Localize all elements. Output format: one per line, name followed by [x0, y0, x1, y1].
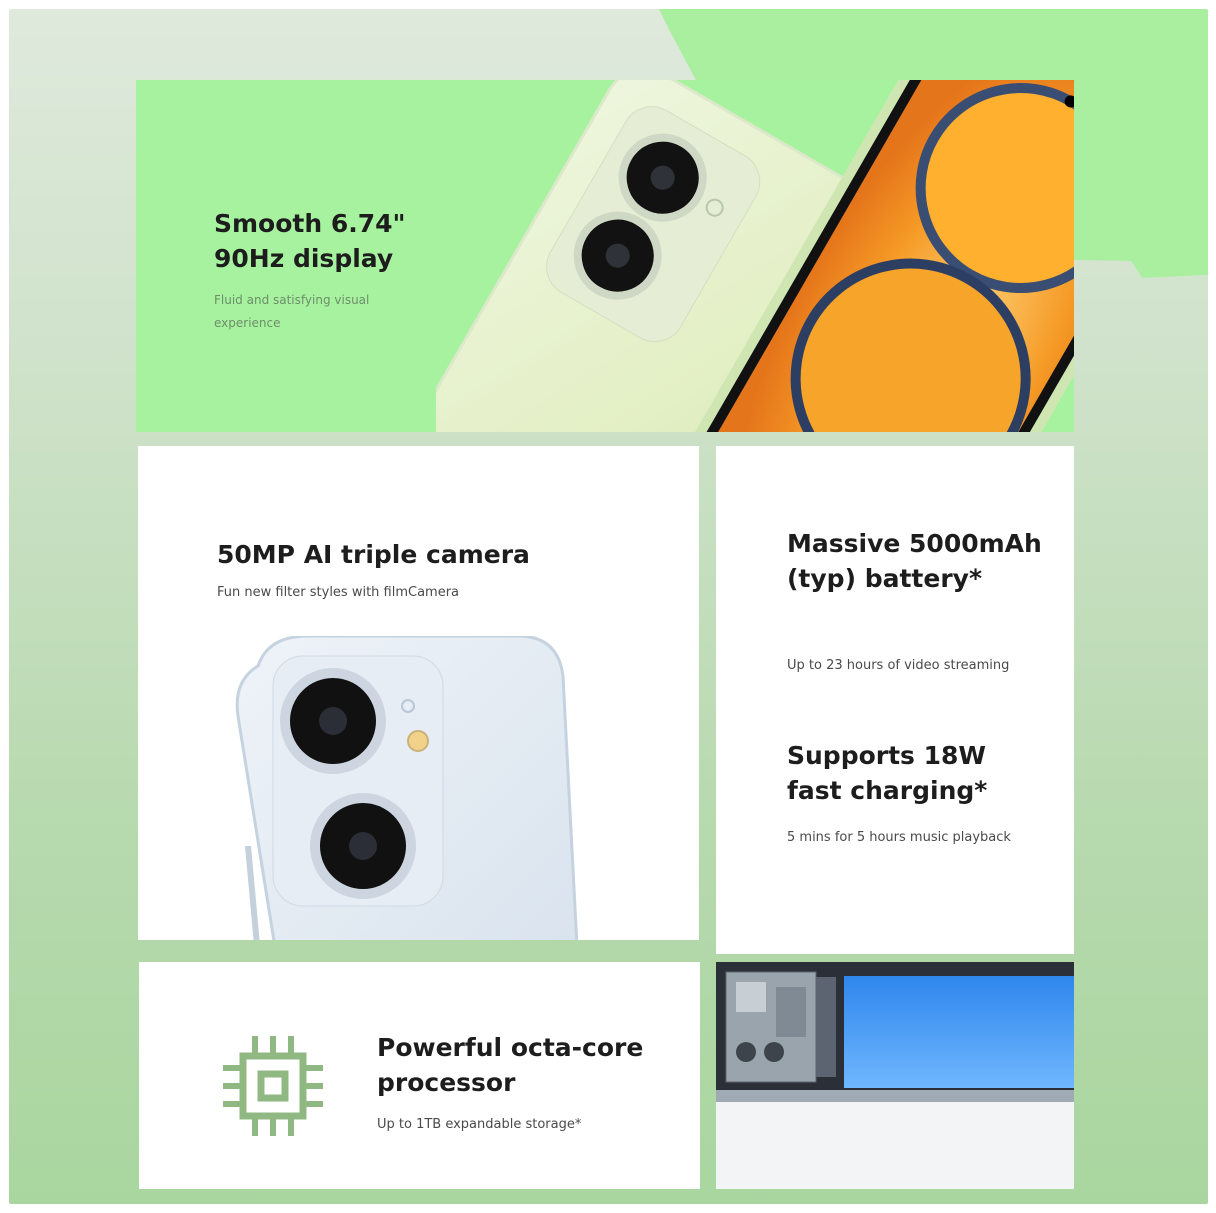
battery-feature-panel: Massive 5000mAh (typ) battery* Up to 23 …	[716, 446, 1074, 954]
processor-title: Powerful octa-core processor	[377, 1033, 644, 1097]
display-subtitle: Fluid and satisfying visual experience	[214, 293, 370, 330]
battery-internals-image	[716, 962, 1074, 1189]
processor-feature-panel: Powerful octa-core processor Up to 1TB e…	[139, 962, 700, 1189]
camera-feature-panel: 50MP AI triple camera Fun new filter sty…	[138, 446, 699, 940]
battery-title: Massive 5000mAh (typ) battery*	[787, 529, 1042, 593]
display-title: Smooth 6.74" 90Hz display	[214, 209, 406, 273]
camera-subtitle: Fun new filter styles with filmCamera	[217, 585, 460, 600]
phone-back-camera-image	[235, 636, 579, 940]
phone-internals-panel	[716, 962, 1074, 1189]
display-feature-panel: Smooth 6.74" 90Hz display Fluid and sati…	[136, 80, 1074, 432]
processor-subtitle: Up to 1TB expandable storage*	[377, 1117, 582, 1132]
charging-title: Supports 18W fast charging*	[787, 741, 988, 805]
charging-subtitle: 5 mins for 5 hours music playback	[787, 830, 1011, 845]
feature-collage: Smooth 6.74" 90Hz display Fluid and sati…	[9, 9, 1208, 1204]
phone-screen-image	[436, 80, 1074, 432]
battery-subtitle: Up to 23 hours of video streaming	[787, 658, 1010, 673]
camera-title: 50MP AI triple camera	[217, 540, 530, 569]
cpu-chip-icon	[223, 1036, 323, 1136]
